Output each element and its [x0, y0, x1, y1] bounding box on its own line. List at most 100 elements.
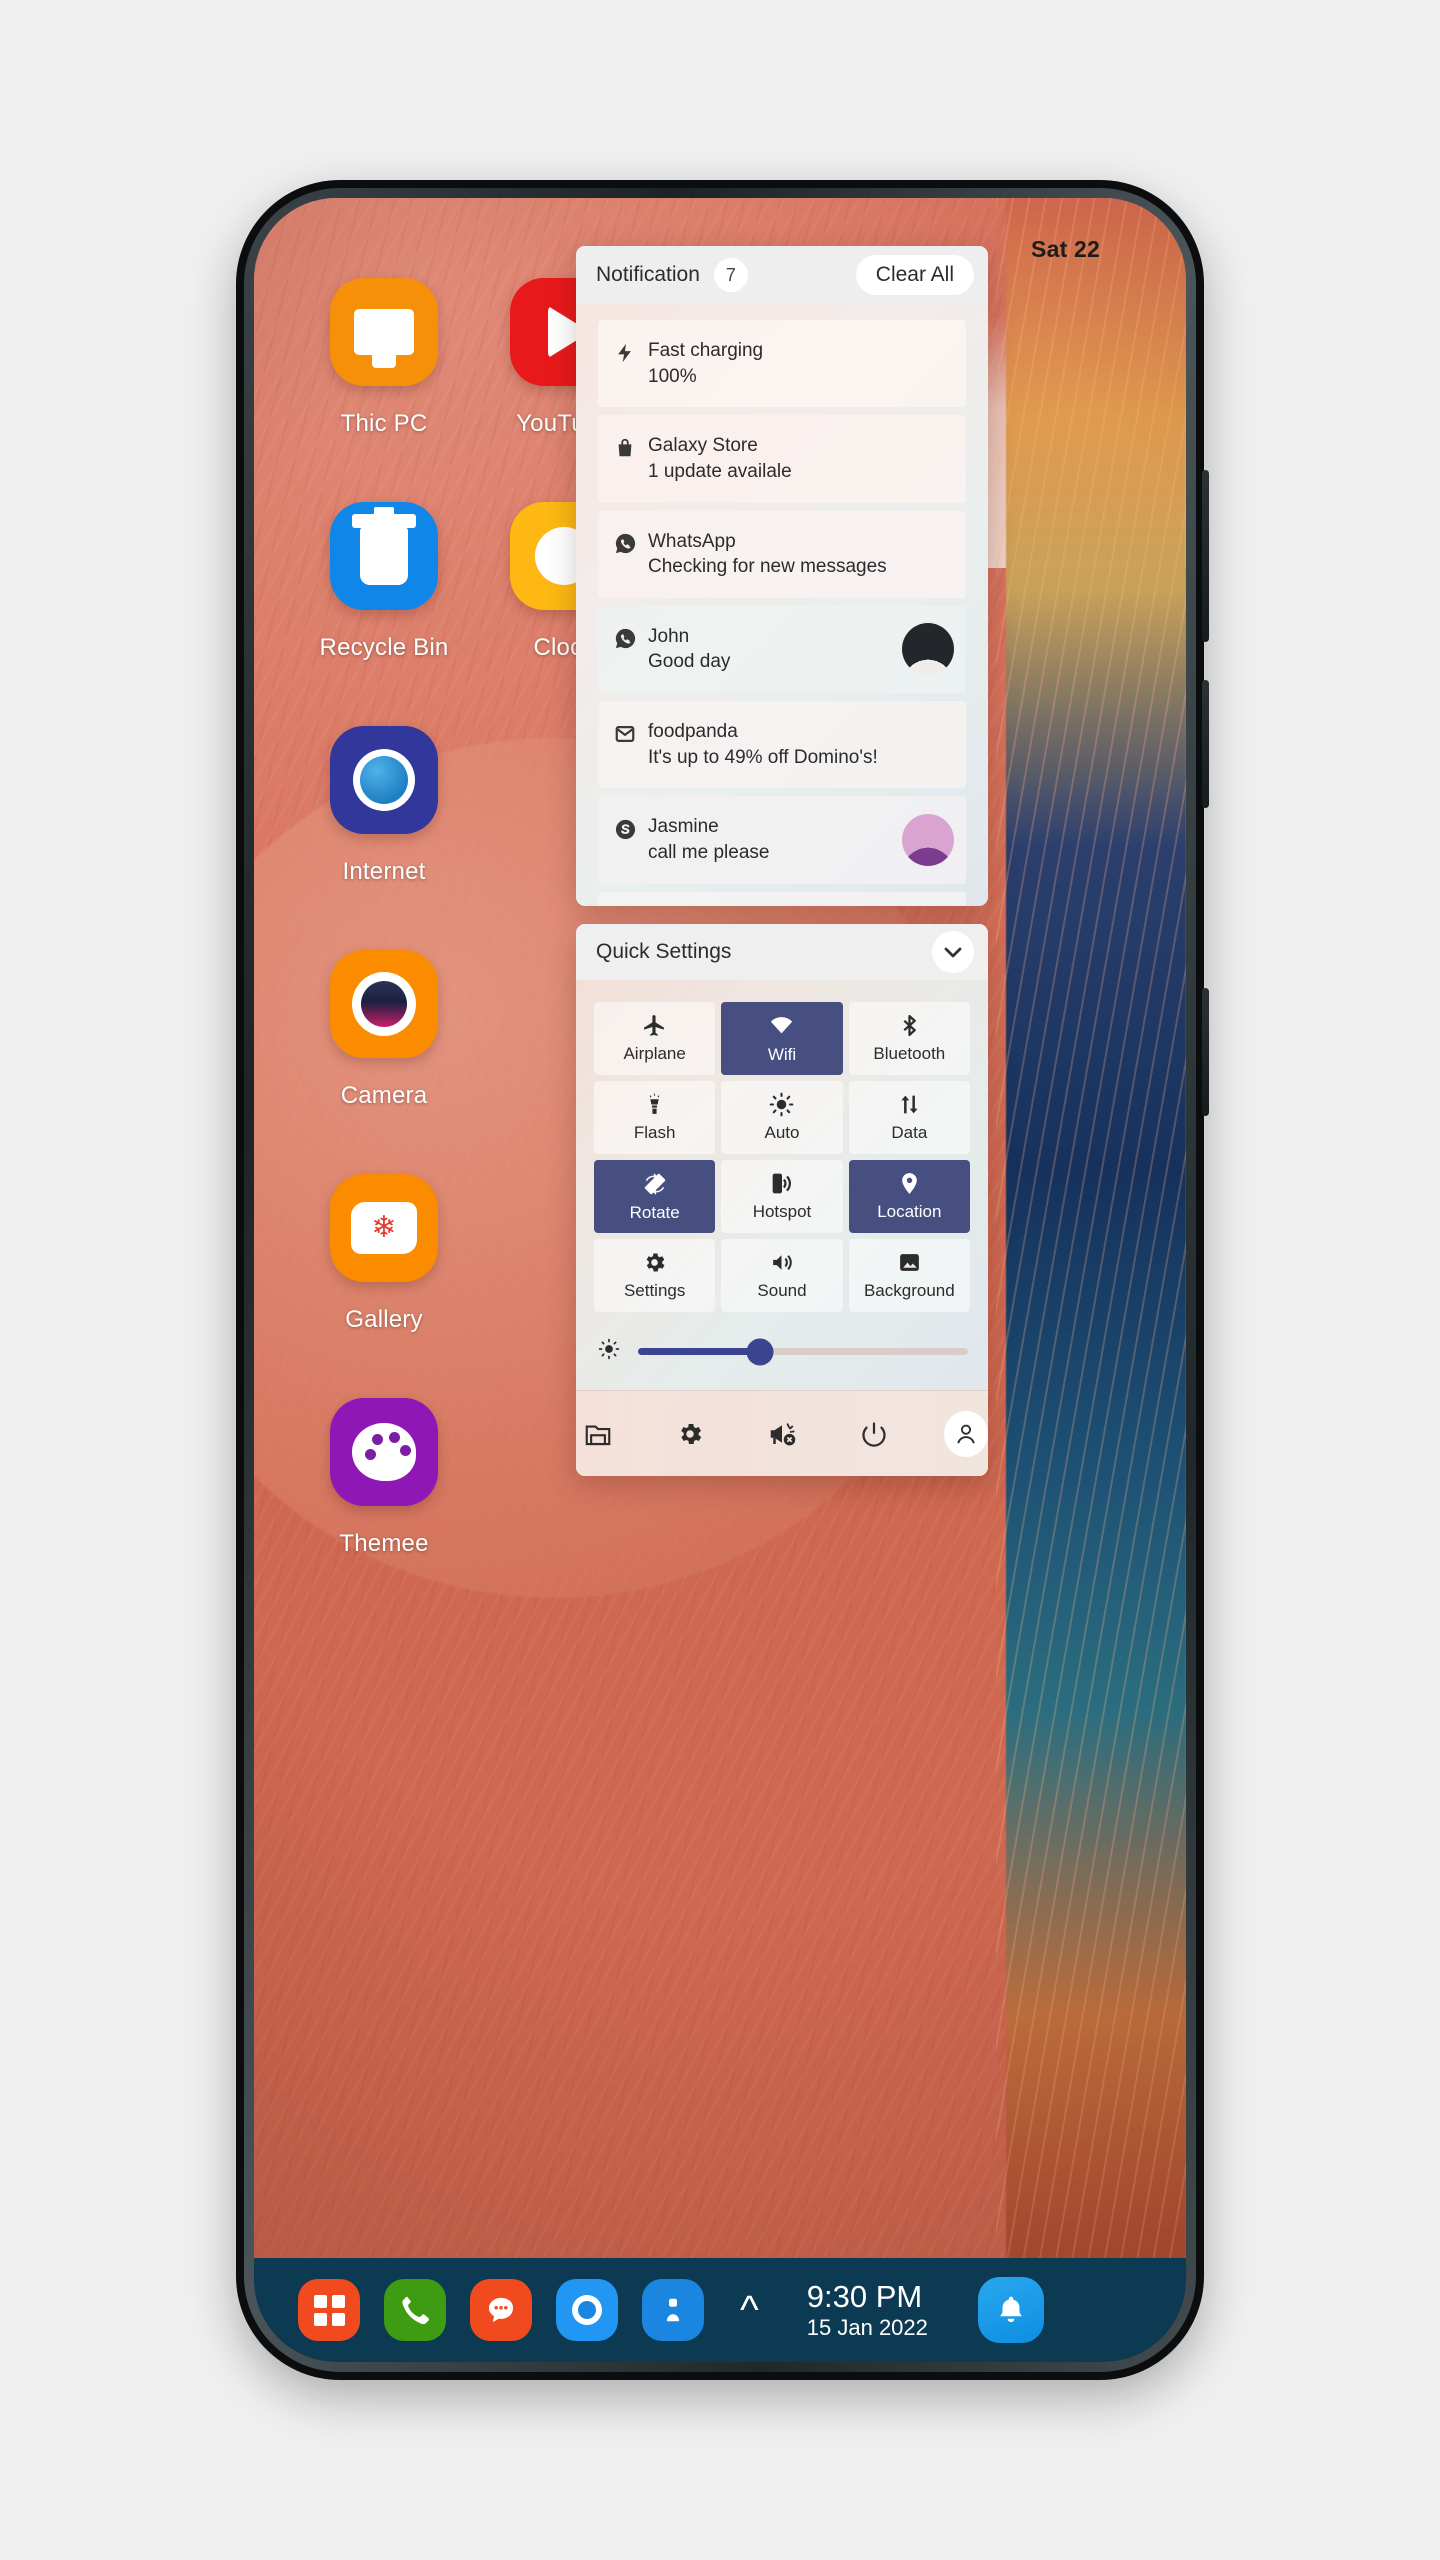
notification-item-whatsapp[interactable]: WhatsApp Checking for new messages: [598, 510, 966, 598]
quick-tile-label: Rotate: [629, 1202, 680, 1222]
quick-tile-data[interactable]: Data: [848, 1081, 970, 1154]
desktop-icon-themee[interactable]: Themee: [300, 1398, 468, 1622]
notification-message: Checking for new messages: [648, 556, 887, 578]
taskbar: ^ 9:30 PM 15 Jan 2022: [254, 2258, 1186, 2362]
notification-item-fast-charging[interactable]: Fast charging 100%: [598, 320, 966, 408]
brightness-slider-row: [576, 1312, 988, 1365]
brightness-slider-fill: [638, 1348, 761, 1355]
gear-icon: [642, 1250, 667, 1275]
taskbar-clock[interactable]: 9:30 PM 15 Jan 2022: [807, 2279, 928, 2342]
notification-header-left: Notification 7: [596, 258, 748, 292]
globe-icon: [330, 726, 438, 834]
rotate-icon: [642, 1171, 668, 1197]
notification-count-badge: 7: [713, 258, 748, 292]
quick-tile-label: Hotspot: [752, 1202, 812, 1221]
notification-item-foodpanda[interactable]: foodpanda It's up to 49% off Domino's!: [598, 701, 966, 789]
whatsapp-icon: [612, 626, 638, 652]
bluetooth-icon: [897, 1013, 922, 1038]
quick-tile-flash[interactable]: Flash: [594, 1081, 716, 1154]
quick-tile-hotspot[interactable]: Hotspot: [721, 1160, 843, 1233]
phone-screen: Thic PC Recycle Bin Internet Camera ❄ Ga…: [254, 198, 1186, 2362]
caret-up-icon[interactable]: ^: [740, 2290, 759, 2330]
desktop-icon-label: Recycle Bin: [319, 634, 449, 661]
whatsapp-icon: [612, 531, 638, 557]
contacts-icon[interactable]: [642, 2279, 704, 2341]
quick-tile-label: Airplane: [623, 1044, 686, 1063]
file-explorer-icon[interactable]: [576, 1411, 620, 1457]
quick-tile-label: Bluetooth: [873, 1044, 946, 1063]
side-button-volume-down[interactable]: [1202, 988, 1209, 1116]
quick-tile-wifi[interactable]: Wifi: [721, 1002, 843, 1075]
desktop-icon-thic-pc[interactable]: Thic PC: [300, 278, 468, 502]
user-icon[interactable]: [944, 1410, 988, 1457]
notification-app-name: Fast charging: [648, 340, 764, 361]
bell-icon[interactable]: [977, 2277, 1044, 2343]
desktop-icon-label: Gallery: [345, 1306, 423, 1333]
notification-title: Notification: [596, 263, 700, 286]
messages-icon[interactable]: [470, 2279, 532, 2341]
image-icon: [897, 1250, 922, 1275]
screenshot-stage: Thic PC Recycle Bin Internet Camera ❄ Ga…: [0, 0, 1440, 2560]
notification-item-galaxy-store[interactable]: Galaxy Store 1 update availale: [598, 415, 966, 503]
quick-tile-settings[interactable]: Settings: [594, 1239, 716, 1312]
quick-settings-footer: [576, 1390, 988, 1476]
notification-panel-header: Notification 7 Clear All: [576, 246, 988, 304]
quick-tile-location[interactable]: Location: [848, 1160, 970, 1233]
desktop-icon-gallery[interactable]: ❄ Gallery: [300, 1174, 468, 1398]
side-button-volume-up[interactable]: [1202, 680, 1209, 808]
notification-app-name: foodpanda: [648, 721, 738, 743]
start-grid-icon[interactable]: [298, 2279, 360, 2341]
brightness-slider[interactable]: [638, 1338, 968, 1365]
chevron-down-icon[interactable]: [932, 931, 974, 973]
desktop-icon-internet[interactable]: Internet: [300, 726, 468, 950]
desktop-icon-label: Camera: [340, 1082, 428, 1109]
status-bar-date: Sat 22: [1031, 236, 1100, 262]
quick-settings-header: Quick Settings: [576, 924, 988, 980]
desktop-icon-camera[interactable]: Camera: [300, 950, 468, 1174]
quick-tile-sound[interactable]: Sound: [721, 1239, 843, 1312]
quick-tile-bluetooth[interactable]: Bluetooth: [848, 1002, 970, 1075]
quick-tile-background[interactable]: Background: [848, 1239, 970, 1312]
notification-app-name: WhatsApp: [648, 530, 736, 552]
mute-announcement-icon[interactable]: [760, 1411, 804, 1457]
quick-tile-airplane[interactable]: Airplane: [594, 1002, 716, 1075]
notification-panel: Notification 7 Clear All Fast charging 1…: [576, 246, 988, 906]
camera-icon: [330, 950, 438, 1058]
power-icon[interactable]: [852, 1411, 896, 1457]
hotspot-icon: [769, 1171, 794, 1196]
start-grid-glyph: [313, 2294, 345, 2326]
quick-settings-panel: Quick Settings Airplane Wifi Bluetooth F…: [576, 924, 988, 1476]
phone-icon[interactable]: [384, 2279, 446, 2341]
phone-device-frame: Thic PC Recycle Bin Internet Camera ❄ Ga…: [236, 180, 1209, 2380]
brightness-icon: [598, 1338, 620, 1365]
notification-item-jasmine[interactable]: Jasmine call me please: [598, 796, 966, 884]
browser-ring-icon[interactable]: [556, 2279, 618, 2341]
avatar: [902, 814, 954, 867]
desktop-icon-label: Themee: [339, 1530, 429, 1557]
notification-item-john[interactable]: John Good day: [598, 605, 966, 694]
desktop-icon-recycle-bin[interactable]: Recycle Bin: [300, 502, 468, 726]
side-button-top[interactable]: [1202, 470, 1209, 642]
quick-settings-tile-grid: Airplane Wifi Bluetooth Flash Auto Data …: [576, 980, 988, 1312]
quick-tile-auto[interactable]: Auto: [721, 1081, 843, 1154]
skype-icon: [612, 816, 638, 842]
clear-all-button[interactable]: Clear All: [855, 255, 974, 295]
quick-tile-rotate[interactable]: Rotate: [594, 1160, 716, 1233]
mail-icon: [612, 721, 638, 747]
desktop-icon-label: Thic PC: [340, 410, 428, 437]
desktop-icon-label: Internet: [342, 858, 426, 885]
quick-tile-label: Wifi: [767, 1045, 797, 1064]
notification-message: 1 update availale: [648, 460, 792, 482]
monitor-icon: [330, 278, 438, 386]
airplane-icon: [642, 1013, 667, 1038]
location-icon: [897, 1171, 922, 1196]
avatar: [902, 623, 954, 676]
gear-icon[interactable]: [668, 1411, 712, 1457]
data-icon: [897, 1092, 922, 1117]
flashlight-icon: [642, 1092, 667, 1117]
brightness-slider-knob[interactable]: [746, 1338, 774, 1365]
quick-tile-label: Location: [877, 1202, 942, 1221]
notification-message: 100%: [648, 365, 697, 387]
quick-tile-label: Background: [863, 1281, 955, 1300]
notification-item-mcdonalds[interactable]: McDonalds Don't try so hard, You're simp…: [598, 891, 966, 906]
